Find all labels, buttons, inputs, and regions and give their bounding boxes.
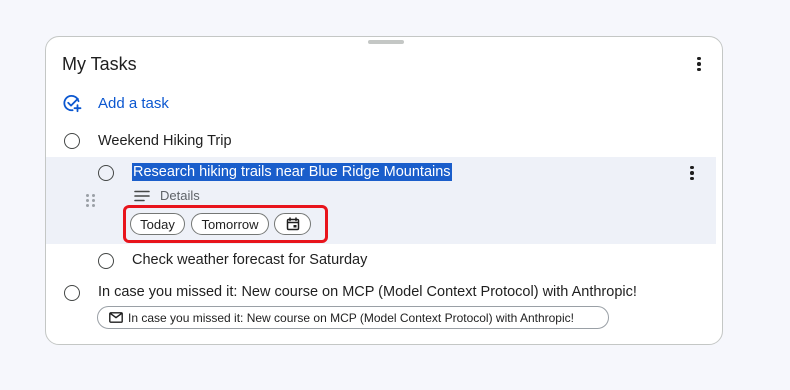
date-chip-tomorrow[interactable]: Tomorrow: [191, 213, 269, 235]
add-task-button[interactable]: Add a task: [62, 93, 169, 113]
task-complete-checkbox[interactable]: [64, 133, 80, 149]
email-source-chip[interactable]: In case you missed it: New course on MCP…: [97, 306, 609, 329]
mail-icon: [109, 312, 123, 323]
details-field[interactable]: Details: [134, 188, 200, 203]
subtask-complete-checkbox[interactable]: [98, 253, 114, 269]
details-icon: [134, 190, 150, 201]
drag-handle-icon[interactable]: [86, 194, 96, 207]
subtask-complete-checkbox[interactable]: [98, 165, 114, 181]
details-label: Details: [160, 188, 200, 203]
selected-text: Research hiking trails near Blue Ridge M…: [132, 163, 452, 181]
subtask-title[interactable]: Check weather forecast for Saturday: [132, 252, 367, 268]
panel-title: My Tasks: [62, 54, 137, 74]
task-title[interactable]: In case you missed it: New course on MCP…: [98, 284, 637, 300]
task-complete-checkbox[interactable]: [64, 285, 80, 301]
panel-drag-handle[interactable]: [368, 40, 404, 44]
email-chip-label: In case you missed it: New course on MCP…: [128, 310, 574, 325]
date-picker-button[interactable]: [274, 213, 311, 235]
add-task-icon: [63, 95, 82, 113]
calendar-icon: [286, 217, 299, 231]
panel-more-options-icon[interactable]: [687, 52, 711, 76]
task-title[interactable]: Weekend Hiking Trip: [98, 133, 232, 149]
add-task-label: Add a task: [98, 94, 169, 112]
task-more-options-icon[interactable]: [680, 161, 704, 185]
subtask-title[interactable]: Research hiking trails near Blue Ridge M…: [132, 163, 452, 181]
tasks-panel: My Tasks Add a task Weekend Hiking Trip …: [45, 36, 723, 345]
date-chip-today[interactable]: Today: [130, 213, 185, 235]
